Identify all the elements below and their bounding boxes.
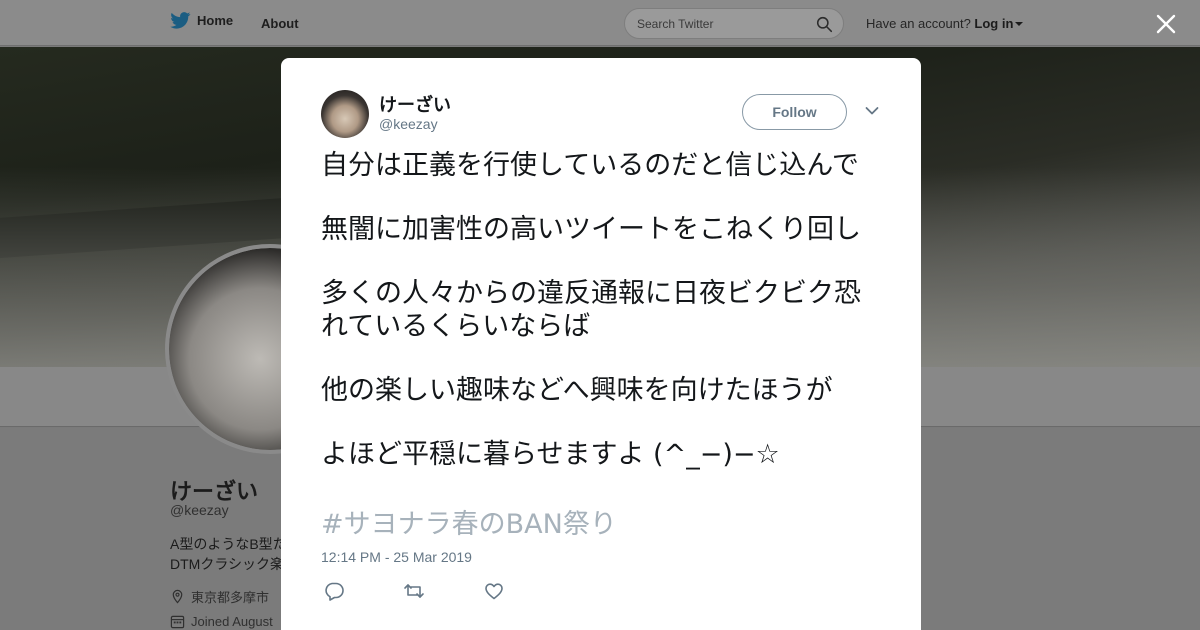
- follow-button[interactable]: Follow: [742, 94, 847, 130]
- profile-bio-line-1: A型のようなB型た: [170, 536, 287, 552]
- tweet-line: 多くの人々からの違反通報に日夜ビクビク恐: [321, 278, 861, 309]
- caret-down-icon: [1015, 22, 1024, 26]
- tweet-line: 自分は正義を行使しているのだと信じ込んで: [321, 150, 859, 181]
- nav-about-link[interactable]: About: [261, 16, 299, 31]
- location-pin-icon: [172, 589, 183, 604]
- profile-location: 東京都多摩市: [170, 587, 269, 606]
- account-prompt: Have an account?: [866, 16, 971, 31]
- tweet-line: よほど平穏に暮らせますよ (^_−)−☆: [321, 439, 780, 470]
- nav-home-label: Home: [197, 13, 234, 28]
- tweet-hashtag-link[interactable]: #サヨナラ春のBAN祭り: [321, 502, 617, 541]
- twitter-bird-icon: [170, 12, 191, 29]
- nav-home-link[interactable]: Home: [170, 12, 233, 29]
- heart-icon[interactable]: [483, 581, 505, 601]
- tweet-modal: けーざい @keezay Follow 自分は正義を行使しているのだと信じ込んで…: [281, 58, 921, 630]
- tweet-line: れているくらいならば: [321, 311, 591, 342]
- tweet-author-name[interactable]: けーざい: [379, 91, 451, 117]
- tweet-author-avatar[interactable]: [321, 90, 369, 138]
- tweet-author-handle[interactable]: @keezay: [379, 116, 438, 132]
- profile-joined-text: Joined August: [191, 614, 273, 629]
- close-icon[interactable]: [1156, 14, 1176, 34]
- search-placeholder: Search Twitter: [637, 17, 714, 31]
- calendar-icon: [170, 615, 185, 629]
- search-icon[interactable]: [816, 16, 833, 33]
- tweet-text: 自分は正義を行使しているのだと信じ込んで 無闇に加害性の高いツイートをこねくり回…: [321, 149, 891, 471]
- chevron-down-icon[interactable]: [865, 106, 879, 116]
- account-menu[interactable]: Have an account? Log in: [866, 16, 1024, 31]
- search-input[interactable]: Search Twitter: [624, 8, 844, 39]
- tweet-line: 無闇に加害性の高いツイートをこねくり回し: [321, 214, 861, 245]
- top-navigation-bar: Home About Search Twitter Have an accoun…: [0, 0, 1200, 46]
- profile-handle: @keezay: [170, 502, 229, 518]
- login-link[interactable]: Log in: [974, 16, 1013, 31]
- tweet-actions: [323, 581, 505, 601]
- profile-location-text: 東京都多摩市: [191, 590, 270, 605]
- tweet-line: 他の楽しい趣味などへ興味を向けたほうが: [321, 375, 833, 406]
- retweet-icon[interactable]: [403, 581, 425, 601]
- profile-bio-line-2: DTMクラシック楽: [170, 556, 285, 572]
- reply-icon[interactable]: [323, 581, 345, 601]
- profile-joined: Joined August: [170, 614, 273, 629]
- tweet-timestamp[interactable]: 12:14 PM - 25 Mar 2019: [321, 549, 472, 565]
